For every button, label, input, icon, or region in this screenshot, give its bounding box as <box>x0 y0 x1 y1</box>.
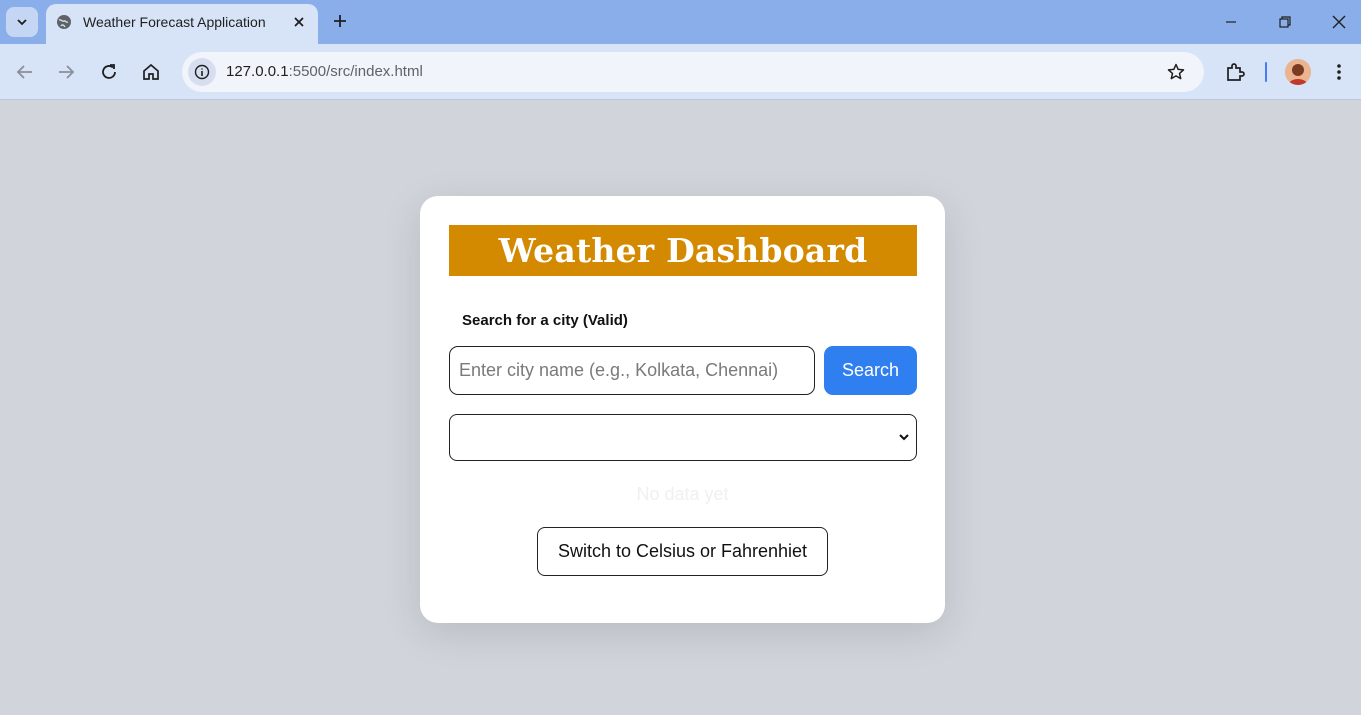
unit-toggle-button[interactable]: Switch to Celsius or Fahrenhiet <box>537 527 828 576</box>
chevron-down-icon <box>899 434 909 441</box>
browser-tab-strip: Weather Forecast Application <box>0 0 1361 44</box>
city-search-input[interactable] <box>449 346 815 395</box>
back-button[interactable] <box>14 61 36 83</box>
tab-weather-forecast[interactable]: Weather Forecast Application <box>46 4 318 44</box>
back-arrow-icon <box>16 65 32 79</box>
bookmark-button[interactable] <box>1165 61 1187 83</box>
url-text: 127.0.0.1:5500/src/index.html <box>226 63 423 80</box>
browser-menu-button[interactable] <box>1328 61 1350 83</box>
url-host: 127.0.0.1 <box>226 63 289 80</box>
restore-icon <box>1279 16 1291 28</box>
plus-icon <box>334 15 346 27</box>
restore-button[interactable] <box>1275 12 1295 32</box>
tab-title: Weather Forecast Application <box>83 14 266 30</box>
city-select-dropdown[interactable] <box>449 414 917 461</box>
search-label: Search for a city (Valid) <box>462 312 628 329</box>
reload-icon <box>102 64 116 79</box>
weather-dashboard-card: Weather Dashboard Search for a city (Val… <box>420 196 945 623</box>
address-bar[interactable]: 127.0.0.1:5500/src/index.html <box>182 52 1204 92</box>
extensions-button[interactable] <box>1224 61 1246 83</box>
url-path: :5500/src/index.html <box>288 63 423 80</box>
chevron-down-icon <box>17 19 27 26</box>
page-title: Weather Dashboard <box>498 231 868 270</box>
puzzle-icon <box>1227 63 1245 81</box>
home-button[interactable] <box>140 61 162 83</box>
forward-button[interactable] <box>55 61 77 83</box>
forward-arrow-icon <box>59 65 75 79</box>
new-tab-button[interactable] <box>330 11 350 31</box>
tab-close-button[interactable] <box>290 13 308 31</box>
minimize-button[interactable] <box>1221 12 1241 32</box>
star-icon <box>1167 63 1185 80</box>
kebab-menu-icon <box>1337 64 1341 80</box>
reload-button[interactable] <box>98 61 120 83</box>
weather-status-text: No data yet <box>636 484 729 504</box>
minimize-icon <box>1226 21 1236 23</box>
close-icon <box>1332 15 1346 29</box>
info-icon <box>194 64 210 80</box>
close-icon <box>294 17 304 27</box>
window-close-button[interactable] <box>1329 12 1349 32</box>
search-button[interactable]: Search <box>824 346 917 395</box>
tab-search-button[interactable] <box>6 7 38 37</box>
browser-toolbar: 127.0.0.1:5500/src/index.html <box>0 44 1361 100</box>
site-info-button[interactable] <box>188 58 216 86</box>
globe-icon <box>57 15 71 29</box>
home-icon <box>143 63 159 80</box>
avatar-image <box>1285 59 1311 85</box>
title-banner: Weather Dashboard <box>449 225 917 276</box>
profile-avatar[interactable] <box>1285 59 1311 85</box>
toolbar-divider <box>1265 62 1267 82</box>
